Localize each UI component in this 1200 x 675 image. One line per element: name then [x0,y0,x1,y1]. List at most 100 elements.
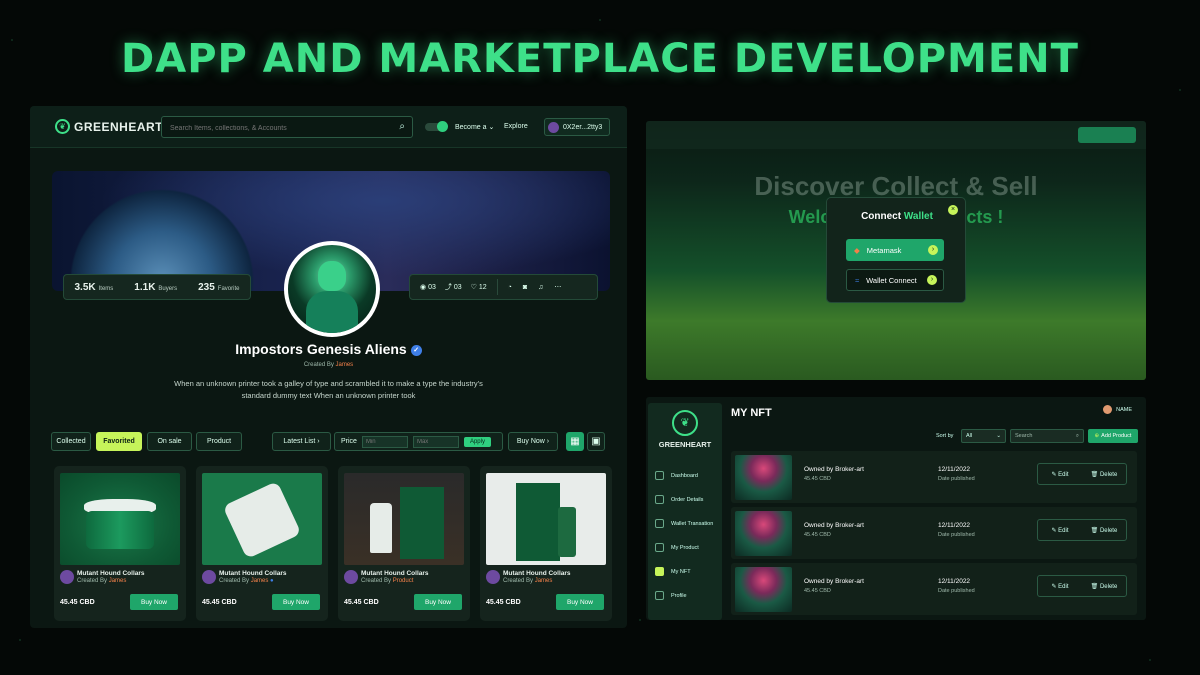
product-card[interactable]: Mutant Hound Collars Created By Product … [338,466,470,621]
like-counter[interactable]: ♡ 12 [471,283,487,291]
product-price: 45.45 CBD [486,599,521,606]
product-creator: Created By James [503,578,553,584]
tab-collected[interactable]: Collected [51,432,91,451]
wallet-address: 0X2er...2tty3 [563,123,603,131]
marketplace-window: ❦ GREENHEART ⌕ Become a ⌄ Explore 0X2er.… [30,106,627,628]
table-row: Owned by Broker-art 45.45 CBD 12/11/2022… [731,563,1137,615]
product-image-jar [60,473,180,565]
product-card[interactable]: Mutant Hound Collars Created By James 45… [54,466,186,621]
add-product-button[interactable]: ⊕ Add Product [1088,429,1138,443]
sidebar-item-my-product[interactable]: My Product [655,543,699,552]
sidebar-item-order-details[interactable]: Order Details [655,495,703,504]
discord-icon[interactable]: ◙ [523,284,527,291]
creator-avatar [202,570,216,584]
modal-title: Connect Wallet [861,211,933,222]
product-card[interactable]: Mutant Hound Collars Created By James ● … [196,466,328,621]
tab-favorited[interactable]: Favorited [96,432,142,451]
price-max-input[interactable] [412,435,459,448]
product-creator: Created By James [77,578,127,584]
my-nft-dashboard: ❦ GREENHEART Dashboard Order Details Wal… [646,397,1146,620]
collection-stats: 3.5K Items 1.1K Buyers 235 Favorite [63,274,251,300]
wallet-connect-button[interactable]: ≈ Wallet Connect › [846,269,944,291]
stat-buyers: 1.1K Buyers [134,281,178,293]
search-box[interactable]: ⌕ [161,116,413,139]
apply-button[interactable]: Apply [463,436,491,447]
grid-view-icon[interactable]: ▦ [566,432,584,451]
tab-on-sale[interactable]: On sale [147,432,192,451]
search-input[interactable]: Search ⌕ [1010,429,1084,443]
creator-link[interactable]: James [336,362,354,368]
sidebar: ❦ GREENHEART Dashboard Order Details Wal… [648,403,722,620]
views-counter[interactable]: ◉ 03 [420,283,436,291]
chevron-down-icon: ⌄ [996,433,1001,439]
nft-date: 12/11/2022 [938,466,971,473]
tile-view-icon[interactable]: ▣ [587,432,605,451]
product-card[interactable]: Mutant Hound Collars Created By James 45… [480,466,612,621]
share-counter[interactable]: ⤴ 03 [445,282,462,292]
nft-date: 12/11/2022 [938,522,971,529]
nft-thumbnail [735,567,792,612]
nft-date-label: Date published [938,532,975,538]
user-menu[interactable]: NAME [1103,405,1132,414]
opensea-icon[interactable]: ◔ [508,284,512,291]
buy-now-button[interactable]: Buy Now [130,594,178,610]
share-icon: ⤴ [444,284,452,291]
page-title: MY NFT [731,407,772,419]
latest-list-dropdown[interactable]: Latest List › [272,432,331,451]
search-icon[interactable]: ⌕ [399,121,405,132]
logo-text: GREENHEART [74,119,164,134]
product-icon [655,543,664,552]
stat-items: 3.5K Items [74,281,114,293]
become-dropdown[interactable]: Become a ⌄ [455,123,494,131]
buy-now-button[interactable]: Buy Now [556,594,604,610]
search-icon: ⌕ [1075,433,1079,439]
search-input[interactable] [162,118,382,139]
product-creator: Created By James ● [219,578,274,584]
sidebar-item-profile[interactable]: Profile [655,591,687,600]
arrow-right-icon: › [927,275,937,285]
buy-now-dropdown[interactable]: Buy Now › [508,432,558,451]
leaf-logo-icon: ❦ [55,119,70,134]
nft-owner: Owned by Broker-art [804,578,864,585]
wallet-address-button[interactable]: 0X2er...2tty3 [544,118,610,136]
sidebar-item-my-nft[interactable]: My NFT [655,567,691,576]
heart-icon: ♡ [470,284,477,291]
more-icon[interactable]: ⋯ [554,283,561,291]
alien-body [306,291,358,333]
product-creator: Created By Product [361,578,414,584]
sidebar-item-dashboard[interactable]: Dashboard [655,471,698,480]
sort-select[interactable]: All ⌄ [961,429,1006,443]
delete-button[interactable]: 🗑 Delete [1082,527,1126,534]
collection-description: When an unknown printer took a galley of… [174,379,483,400]
row-actions: ✎ Edit 🗑 Delete [1037,575,1127,597]
buy-now-button[interactable]: Buy Now [414,594,462,610]
sidebar-item-wallet-transaction[interactable]: Wallet Transation [655,519,713,528]
theme-toggle[interactable] [425,121,448,132]
pouch [222,481,302,559]
delete-button[interactable]: 🗑 Delete [1082,471,1126,478]
sidebar-logo-text: GREENHEART [658,440,712,449]
price-filter: Price Apply [334,432,503,451]
edit-button[interactable]: ✎ Edit [1038,527,1082,534]
alien-head [318,261,346,291]
twitter-icon[interactable]: ♫ [538,284,543,291]
edit-button[interactable]: ✎ Edit [1038,471,1082,478]
buy-now-button[interactable]: Buy Now [272,594,320,610]
explore-link[interactable]: Explore [504,123,528,130]
walletconnect-icon: ≈ [855,275,860,285]
nft-date-label: Date published [938,476,975,482]
edit-button[interactable]: ✎ Edit [1038,583,1082,590]
nft-price: 45.45 CBD [804,588,831,594]
close-icon[interactable]: × [948,205,958,215]
tab-product[interactable]: Product [196,432,242,451]
product-image-oil [344,473,464,565]
price-min-input[interactable] [361,435,408,448]
nft-owner: Owned by Broker-art [804,522,864,529]
product-price: 45.45 CBD [202,599,237,606]
logo[interactable]: ❦ GREENHEART [55,119,163,134]
product-image-box [486,473,606,565]
blurred-navbar [646,121,1146,149]
delete-button[interactable]: 🗑 Delete [1082,583,1126,590]
metamask-button[interactable]: ◆ Metamask › [846,239,944,261]
row-actions: ✎ Edit 🗑 Delete [1037,519,1127,541]
